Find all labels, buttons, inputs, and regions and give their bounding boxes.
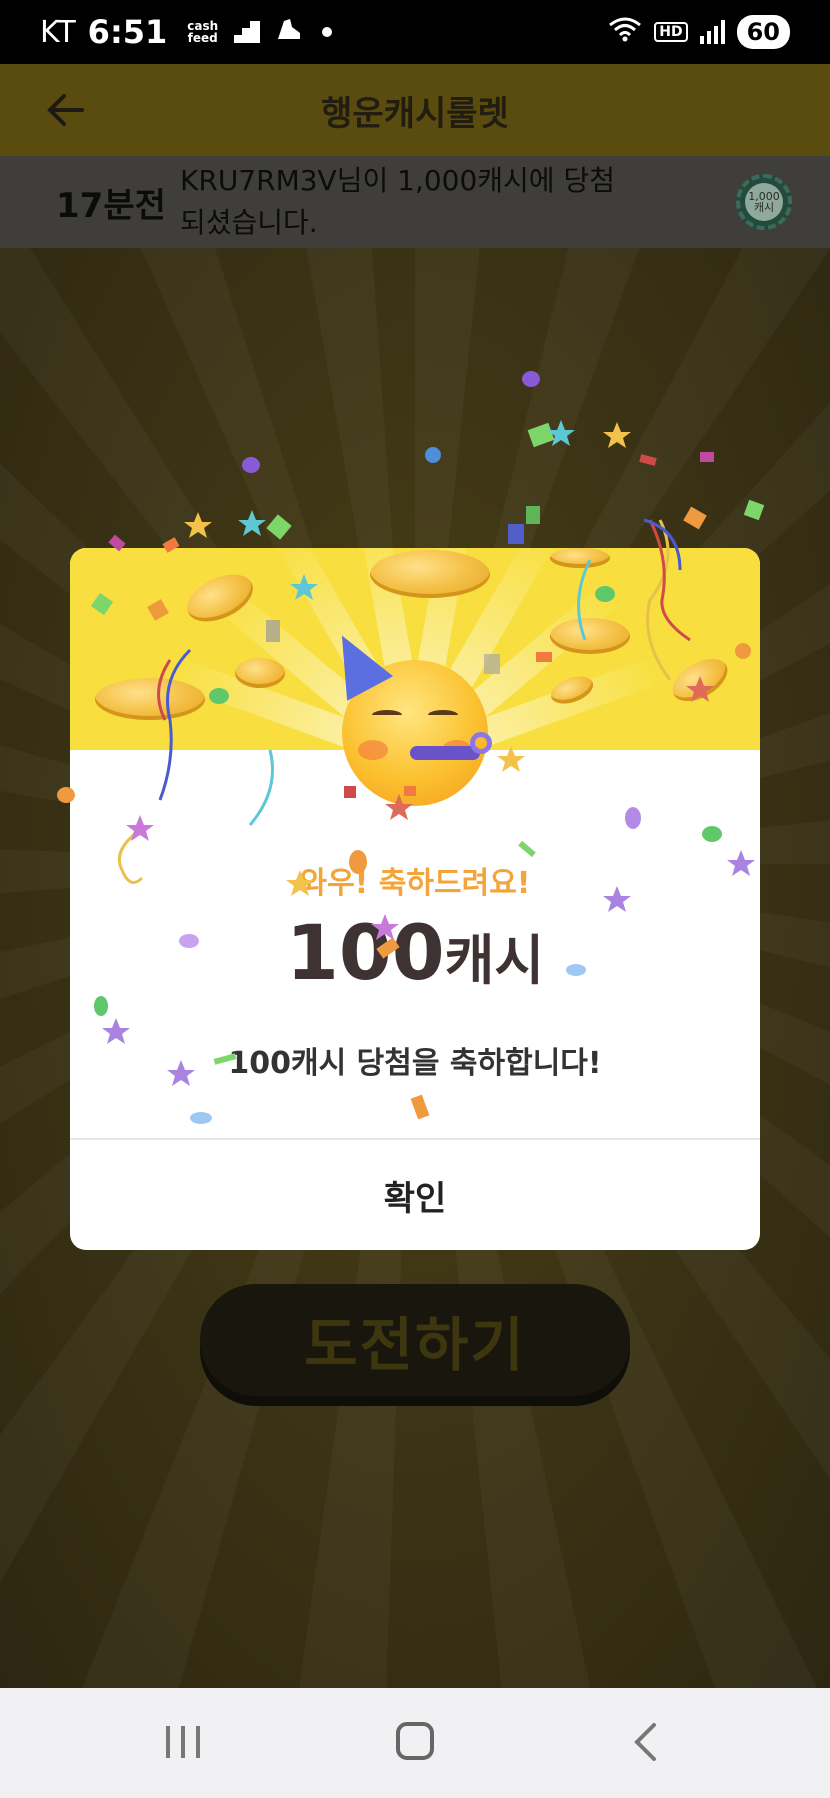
reward-amount-unit: 캐시 <box>444 929 545 992</box>
challenge-label: 도전하기 <box>304 1311 526 1379</box>
chip-label: 1,000 캐시 <box>745 183 783 221</box>
cashfeed-icon: cash feed <box>187 20 218 44</box>
app-header: 행운캐시룰렛 <box>0 64 830 156</box>
wifi-icon <box>608 16 642 48</box>
chevron-left-icon <box>634 1723 656 1761</box>
coin-icon <box>370 550 490 598</box>
ticker-time: 17분전 <box>56 185 166 226</box>
ticker-message: KRU7RM3V님이 1,000캐시에 당첨되셨습니다. <box>180 164 615 239</box>
challenge-button[interactable]: 도전하기 <box>200 1284 630 1396</box>
winner-ticker: 17분전 KRU7RM3V님이 1,000캐시에 당첨되셨습니다. 1,000 … <box>0 156 830 248</box>
coin-icon <box>550 618 630 654</box>
back-button[interactable] <box>42 86 90 134</box>
coin-icon <box>550 548 610 568</box>
coin-icon <box>235 658 285 688</box>
shoe-icon <box>274 15 302 50</box>
congrats-text: 와우! 축하드려요! <box>299 866 531 901</box>
home-button[interactable] <box>396 1722 434 1760</box>
carrier-label: KT <box>40 14 76 50</box>
hd-icon: HD <box>654 22 688 42</box>
status-bar: KT 6:51 cash feed HD 60 <box>0 0 830 64</box>
signal-icon <box>699 20 725 44</box>
cashfeed-bottom-text: feed <box>187 31 218 45</box>
recents-button[interactable] <box>166 1726 202 1758</box>
page-title: 행운캐시룰렛 <box>321 93 509 134</box>
battery-indicator: 60 <box>736 15 790 49</box>
reward-amount-number: 100 <box>285 908 445 997</box>
party-face-icon <box>318 623 500 808</box>
clock: 6:51 <box>87 13 168 51</box>
arrow-left-icon <box>47 94 84 126</box>
reward-dialog: 와우! 축하드려요! 100캐시 100캐시 당첨을 축하합니다! 확인 <box>70 548 760 1250</box>
reward-amount: 100캐시 <box>70 908 760 997</box>
system-nav-bar <box>0 1688 830 1798</box>
coin-icon <box>665 650 735 710</box>
status-icons: HD 60 <box>608 15 790 49</box>
cash-chip-icon: 1,000 캐시 <box>736 174 792 230</box>
confirm-button[interactable]: 확인 <box>70 1140 760 1250</box>
confirm-label: 확인 <box>383 1178 447 1219</box>
coin-icon <box>95 678 205 720</box>
notification-dot-icon <box>322 27 333 37</box>
stairs-icon <box>234 21 261 43</box>
system-back-button[interactable] <box>632 1722 658 1762</box>
reward-message: 100캐시 당첨을 축하합니다! <box>228 1046 602 1081</box>
